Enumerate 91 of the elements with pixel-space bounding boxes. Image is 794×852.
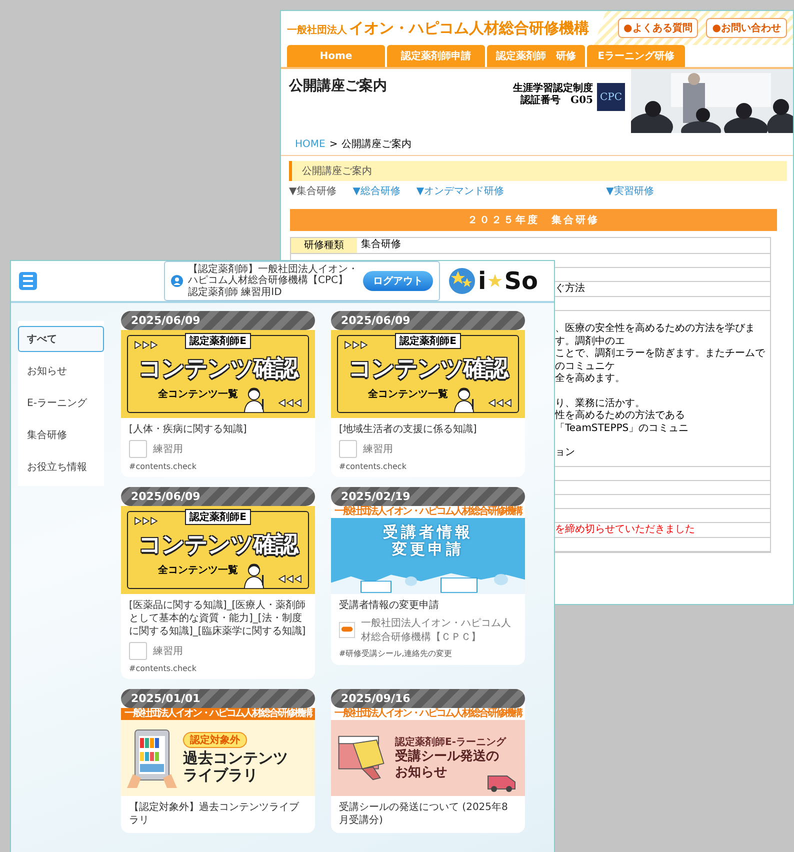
banner-headline: ライブラリ [183, 767, 258, 784]
header-link[interactable]: ●よくある質問 [618, 18, 698, 38]
banner-badge: 認定薬剤師E [394, 333, 462, 349]
organization-prefix: 一般社団法人 [287, 24, 347, 36]
banner-caption: 全コンテンツ一覧 [368, 388, 448, 401]
table-text: 性を高めるための方法である「TeamSTEPPS」のコミュニ [555, 410, 690, 435]
menu-button[interactable] [19, 272, 37, 290]
certification-text: 生涯学習認定制度 [513, 83, 593, 94]
sidebar-item[interactable]: 集合研修 [18, 422, 104, 448]
banner-headline: コンテンツ確認 [348, 355, 508, 384]
author-name: 練習用 [363, 442, 393, 456]
hashtag: #研修受講シール,連絡先の変更 [339, 648, 454, 659]
sidebar-item[interactable]: E-ラーニング [18, 390, 104, 416]
card-title: [人体・疾病に関する知識] [129, 423, 248, 436]
breadcrumb-separator: > [329, 138, 338, 150]
certification-logo: CPC [597, 83, 625, 111]
author-name: 一般社団法人イオン・ハピコム人材総合研修機構【ＣＰＣ】 [361, 616, 512, 644]
banner-headline: コンテンツ確認 [138, 531, 298, 560]
table-label: 研修種類 [304, 238, 344, 252]
card-title: [医薬品に関する知識]_[医療人・薬剤師として基本的な資質・能力]_[法・制度に関する知識]_[臨床薬学に関する知識] [129, 599, 307, 638]
triangle-arrows-icon [134, 517, 158, 525]
date-label: 2025/01/01 [121, 689, 315, 708]
card-title: 受講シールの発送について (2025年8月受講分) [339, 801, 509, 827]
sidebar-item[interactable]: お知らせ [18, 358, 104, 384]
triangle-arrows-icon [134, 341, 158, 349]
banner-headline: 過去コンテンツ [183, 750, 288, 767]
triangle-arrows-icon [488, 399, 512, 407]
logo-icon [339, 622, 355, 638]
star-badge-icon [448, 267, 476, 295]
table-text: ぐ方法 [555, 282, 586, 295]
date-label: 2025/06/09 [121, 487, 315, 506]
date-label: 2025/06/09 [121, 311, 315, 330]
banner-headline: お知らせ [395, 765, 448, 781]
avatar-frame [129, 440, 147, 458]
avatar-frame [129, 642, 147, 660]
user-icon [170, 275, 183, 287]
banner-headline: 受講者情報 [383, 524, 473, 541]
banner-caption: 全コンテンツ一覧 [158, 388, 238, 401]
avatar-frame [339, 440, 357, 458]
person-drawing [242, 561, 266, 589]
hashtag: #contents.check [129, 664, 198, 673]
sidebar-item[interactable]: お役立ち情報 [18, 454, 104, 480]
triangle-arrows-icon [278, 399, 302, 407]
star-icon [488, 274, 502, 288]
header-link[interactable]: ●お問い合わせ [706, 18, 787, 38]
hashtag: #contents.check [129, 462, 198, 471]
card-title: [地域生活者の支援に係る知識] [339, 423, 478, 436]
anchor-link[interactable]: ▼総合研修 [352, 184, 400, 198]
brand-text: i [478, 269, 486, 293]
breadcrumb-current: 公開講座ご案内 [342, 138, 412, 151]
notice-text: を締め切らせていただきました [555, 524, 696, 536]
banner-headline: コンテンツ確認 [138, 355, 298, 384]
content-card[interactable]: 2025/06/09 認定薬剤師E コンテンツ確認 全コンテンツ一覧 [人体・疾病に関する知識] 練習用 #contents.check [121, 311, 315, 477]
banner-subtitle: 認定薬剤師E-ラーニング [395, 735, 506, 748]
anchor-link[interactable]: ▼実習研修 [606, 184, 654, 198]
banner-headline: 受講シール発送の [395, 749, 500, 765]
sidebar-item[interactable]: すべて [18, 326, 104, 352]
content-card[interactable]: 2025/06/09 認定薬剤師E コンテンツ確認 全コンテンツ一覧 [地域生活者の支援に係る知識] 練習用 #contents.check [331, 311, 525, 477]
content-card[interactable]: 2025/06/09 認定薬剤師E コンテンツ確認 全コンテンツ一覧 [医薬品に関する知識]_[医療人・薬剤師として基本的な資質・能力]_[法・制度に関する知識]_[臨床薬学に関する知識] 練習用 #contents.check [121, 487, 315, 679]
banner-caption: 全コンテンツ一覧 [158, 564, 238, 577]
banner-badge: 認定薬剤師E [184, 509, 252, 525]
banner-headline: 変更申請 [392, 541, 464, 558]
date-label: 2025/09/16 [331, 689, 525, 708]
table-text: 、医療の安全性を高めるための方法を学びます。調剤中のエ [555, 323, 756, 348]
brand-text: So [504, 269, 538, 293]
section-heading: 公開講座ご案内 [289, 161, 787, 181]
date-label: 2025/02/19 [331, 487, 525, 506]
certification-text: 認証番号 G05 [520, 95, 593, 107]
date-label: 2025/06/09 [331, 311, 525, 330]
banner-badge: 認定対象外 [183, 732, 247, 748]
table-text: ョン [555, 447, 576, 460]
table-text: ことで、調剤エラーを防ぎます。またチームでのコミュニケ [555, 348, 766, 372]
triangle-arrows-icon [344, 341, 368, 349]
person-drawing [452, 385, 476, 413]
user-info-text: 認定薬剤師 練習用ID [188, 286, 283, 298]
table-text: り、業務に活かす。 [555, 398, 646, 410]
anchor-link[interactable]: ▼集合研修 [289, 184, 337, 198]
year-heading: ２０２５年度 集合研修 [290, 209, 777, 231]
triangle-arrows-icon [278, 575, 302, 583]
anchor-link[interactable]: ▼オンデマンド研修 [416, 184, 504, 198]
card-title: 【認定対象外】過去コンテンツライブラリ [129, 801, 300, 827]
table-text: 集合研修 [361, 239, 402, 252]
user-info-text: 【認定薬剤師】一般社団法人イオン・ハピコム人材総合研修機構【CPC】 [188, 264, 358, 286]
hashtag: #contents.check [339, 462, 408, 471]
person-drawing [242, 385, 266, 413]
author-name: 練習用 [153, 442, 183, 456]
banner-badge: 認定薬剤師E [184, 333, 252, 349]
page-title: 公開講座ご案内 [289, 77, 387, 95]
table-text: 全を高めます。 [555, 373, 626, 386]
author-name: 練習用 [153, 644, 183, 658]
card-title: 受講者情報の変更申請 [339, 599, 440, 612]
